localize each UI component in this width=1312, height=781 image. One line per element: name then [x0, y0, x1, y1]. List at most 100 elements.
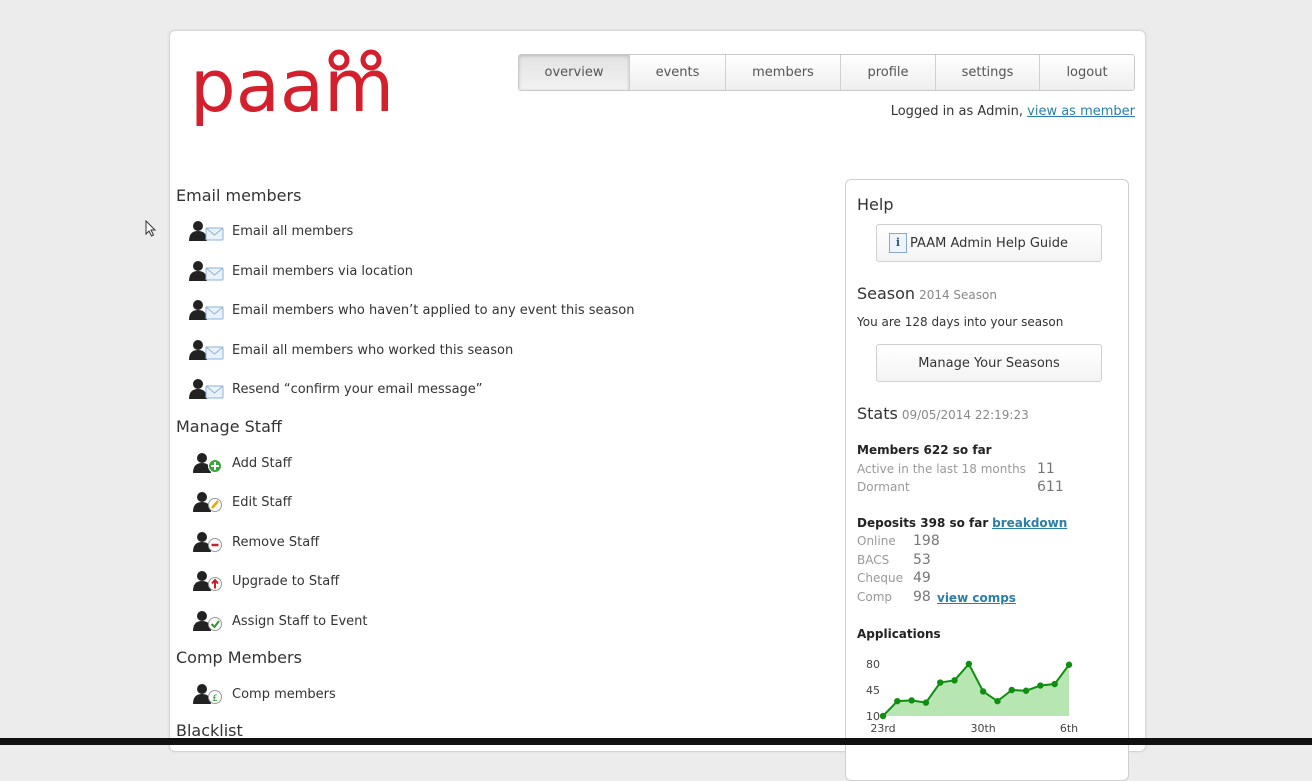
chart-data-point — [937, 679, 944, 686]
email-worked-season-item[interactable]: Email all members who worked this season — [188, 338, 513, 362]
edit-staff-item[interactable]: Edit Staff — [188, 490, 292, 514]
deposits-heading-text: Deposits 398 so far — [857, 516, 989, 530]
remove-staff-item[interactable]: Remove Staff — [188, 530, 319, 554]
resend-confirm-email-item[interactable]: Resend “confirm your email message” — [188, 377, 483, 401]
info-icon: i — [889, 233, 907, 253]
dormant-label: Dormant — [857, 480, 910, 494]
applications-heading: Applications — [857, 627, 941, 641]
tab-members[interactable]: members — [726, 55, 841, 90]
applications-title: Applications — [857, 627, 941, 641]
tab-events[interactable]: events — [630, 55, 726, 90]
action-label: Email all members who worked this season — [232, 342, 514, 358]
bacs-value: 53 — [913, 552, 931, 568]
action-label: Resend “confirm your email message” — [232, 381, 483, 397]
action-label: Remove Staff — [232, 534, 320, 550]
bacs-label: BACS — [857, 553, 890, 567]
dormant-value: 611 — [1037, 479, 1064, 495]
action-label: Edit Staff — [232, 494, 292, 510]
chart-data-point — [1037, 682, 1044, 689]
remove-user-icon — [188, 530, 226, 554]
chart-data-point — [1065, 661, 1073, 668]
tab-profile[interactable]: profile — [841, 55, 936, 90]
view-comps-link[interactable]: view comps — [937, 591, 1016, 605]
chart-data-point — [1051, 680, 1058, 688]
chart-x-tick-label: 23rd — [870, 722, 895, 735]
action-label: Upgrade to Staff — [232, 573, 340, 589]
season-days-text: You are 128 days into your season — [857, 315, 1064, 329]
manage-seasons-label: Manage Your Seasons — [918, 355, 1060, 371]
email-members-heading: Email members — [176, 186, 302, 205]
main-nav: overview events members profile settings… — [518, 54, 1135, 91]
active-value: 11 — [1037, 461, 1055, 477]
chart-area-fill — [883, 664, 1069, 716]
assign-staff-item[interactable]: Assign Staff to Event — [188, 609, 368, 633]
chart-x-tick-label: 30th — [971, 722, 996, 735]
chart-data-point — [922, 699, 930, 706]
action-label: Email members via location — [232, 263, 414, 279]
online-value: 198 — [913, 533, 940, 549]
page-container: paam overview events members profile set… — [169, 30, 1146, 781]
email-user-icon — [188, 298, 226, 322]
email-user-icon — [188, 338, 226, 362]
chart-data-point — [965, 660, 973, 668]
tab-overview[interactable]: overview — [519, 55, 630, 90]
stats-heading: Stats 09/05/2014 22:19:23 — [857, 404, 1029, 423]
chart-data-point — [879, 712, 887, 720]
sidebar-panel: Help i PAAM Admin Help Guide Season 2014 … — [845, 179, 1129, 781]
comp-members-item[interactable]: £ Comp members — [188, 682, 336, 706]
email-via-location-item[interactable]: Email members via location — [188, 259, 413, 283]
active-label: Active in the last 18 months — [857, 462, 1026, 476]
comp-label: Comp — [857, 590, 893, 604]
season-heading: Season 2014 Season — [857, 284, 997, 303]
applications-chart: 80451023rd 30th 6th — [866, 658, 1078, 735]
email-not-applied-item[interactable]: Email members who haven’t applied to any… — [188, 298, 635, 322]
comp-user-icon: £ — [188, 682, 226, 706]
email-user-icon — [188, 259, 226, 283]
paam-logo[interactable]: paam — [190, 49, 395, 131]
chart-data-point — [979, 688, 987, 695]
tab-logout[interactable]: logout — [1040, 55, 1134, 90]
upgrade-user-icon — [188, 569, 226, 593]
chart-data-point — [1008, 686, 1015, 694]
email-all-members-item[interactable]: Email all members — [188, 219, 353, 243]
add-user-icon — [188, 451, 226, 475]
email-user-icon — [188, 219, 226, 243]
chart-data-point — [894, 697, 901, 705]
chart-y-tick-label: 80 — [866, 658, 880, 671]
edit-user-icon — [188, 490, 226, 514]
chart-data-point — [908, 697, 915, 704]
help-guide-button[interactable]: i PAAM Admin Help Guide — [876, 224, 1102, 262]
manage-staff-heading: Manage Staff — [176, 417, 282, 436]
tab-settings[interactable]: settings — [936, 55, 1040, 90]
manage-seasons-button[interactable]: Manage Your Seasons — [876, 344, 1102, 382]
breakdown-link[interactable]: breakdown — [992, 516, 1067, 530]
season-title: Season — [857, 284, 916, 303]
view-as-member-link[interactable]: view as member — [1027, 104, 1135, 119]
action-label: Assign Staff to Event — [232, 613, 368, 629]
cheque-value: 49 — [913, 570, 931, 586]
chart-data-point — [994, 697, 1001, 705]
online-label: Online — [857, 534, 896, 548]
chart-y-tick-label: 45 — [866, 684, 880, 697]
stats-title: Stats — [857, 404, 898, 423]
logged-in-text: Logged in as Admin, — [890, 104, 1023, 119]
chart-x-tick-label: 6th — [1060, 722, 1078, 735]
action-label: Email all members — [232, 223, 354, 239]
action-label: Email members who haven’t applied to any… — [232, 302, 635, 318]
cheque-label: Cheque — [857, 571, 903, 585]
comp-value: 98 — [913, 589, 931, 605]
upgrade-staff-item[interactable]: Upgrade to Staff — [188, 569, 339, 593]
members-heading: Members 622 so far — [857, 443, 992, 457]
email-user-icon — [188, 377, 226, 401]
assign-user-icon — [188, 609, 226, 633]
chart-data-point — [951, 677, 958, 684]
bottom-bar — [0, 738, 1312, 745]
action-label: Comp members — [232, 686, 336, 702]
help-guide-label: PAAM Admin Help Guide — [909, 235, 1068, 251]
members-heading-text: Members 622 so far — [857, 443, 992, 457]
comp-members-heading: Comp Members — [176, 648, 302, 667]
add-staff-item[interactable]: Add Staff — [188, 451, 292, 475]
deposits-heading: Deposits 398 so far breakdown — [857, 516, 1067, 530]
svg-text:£: £ — [212, 694, 218, 704]
stats-timestamp: 09/05/2014 22:19:23 — [901, 408, 1029, 422]
